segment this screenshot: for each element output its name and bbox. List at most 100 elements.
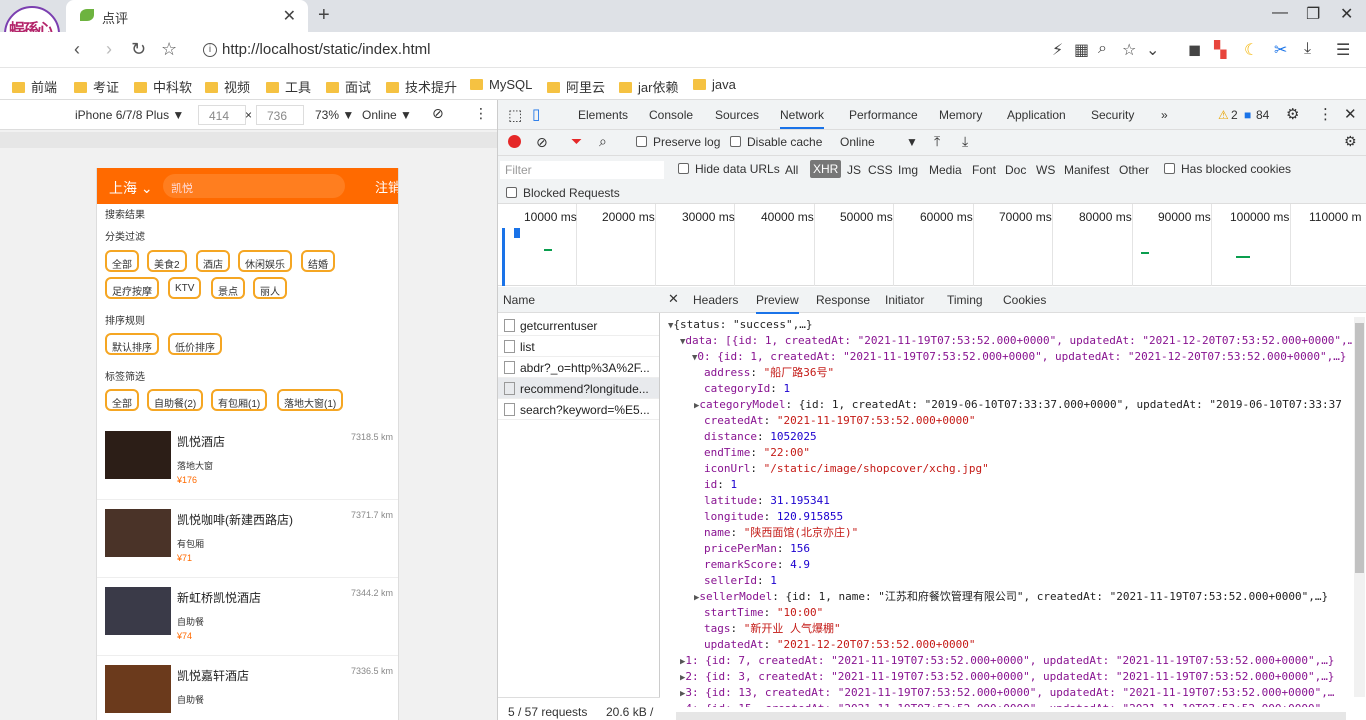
type-filter-other[interactable]: Other	[1119, 163, 1149, 177]
bookmark-folder[interactable]: 视频	[205, 77, 250, 96]
name-column-header[interactable]: Name	[503, 293, 535, 307]
bookmark-folder[interactable]: MySQL	[470, 77, 532, 92]
throttle-select[interactable]: Online ▼	[362, 108, 412, 122]
sort-chip[interactable]: 默认排序	[105, 333, 159, 355]
minimize-icon[interactable]: —	[1272, 4, 1288, 22]
zoom-select[interactable]: 73% ▼	[315, 108, 354, 122]
json-item-line[interactable]: ▶1: {id: 7, createdAt: "2021-11-19T07:53…	[680, 653, 1334, 670]
shop-card[interactable]: 新虹桥凯悦酒店 自助餐 ¥74 7344.2 km	[97, 578, 398, 656]
tab-sources[interactable]: Sources	[715, 108, 759, 122]
bookmark-folder[interactable]: 中科软	[134, 77, 192, 96]
json-data-line[interactable]: ▼data: [{id: 1, createdAt: "2021-11-19T0…	[680, 333, 1352, 350]
tab-initiator[interactable]: Initiator	[885, 293, 924, 307]
category-chip[interactable]: 酒店	[196, 250, 230, 272]
search-icon[interactable]: ⌕	[599, 133, 607, 150]
close-detail-icon[interactable]: ✕	[668, 291, 679, 307]
category-chip[interactable]: 美食2	[147, 250, 187, 272]
tab-preview[interactable]: Preview	[756, 293, 799, 314]
info-icon[interactable]: i	[203, 43, 217, 57]
upload-icon[interactable]: ⤒	[934, 133, 940, 150]
type-filter-xhr[interactable]: XHR	[810, 160, 842, 178]
bookmark-folder[interactable]: 阿里云	[547, 77, 605, 96]
category-chip[interactable]: 足疗按摩	[105, 277, 159, 299]
json-item-line[interactable]: ▶4: {id: 15, createdAt: "2021-11-19T07:5…	[680, 701, 1334, 707]
tag-chip[interactable]: 有包厢(1)	[211, 389, 268, 411]
moon-icon[interactable]: ☾	[1244, 40, 1258, 60]
tab-network[interactable]: Network	[780, 108, 825, 129]
tab-security[interactable]: Security	[1091, 108, 1134, 122]
bookmark-star-icon[interactable]: ☆	[1122, 40, 1136, 60]
category-chip[interactable]: 景点	[211, 277, 245, 299]
shop-card[interactable]: 凯悦酒店 落地大窗 ¥176 7318.5 km	[97, 422, 398, 500]
request-row[interactable]: getcurrentuser	[498, 315, 659, 336]
browser-tab[interactable]: 点评 ✕	[66, 0, 308, 32]
lightning-icon[interactable]: ⚡	[1052, 40, 1063, 60]
clear-icon[interactable]: ⊘	[536, 134, 548, 151]
scissors-icon[interactable]: ✂	[1274, 40, 1287, 60]
more-icon[interactable]: ⋮	[474, 105, 488, 122]
json-field-line[interactable]: ▶categoryModel: {id: 1, createdAt: "2019…	[694, 397, 1342, 414]
vertical-scrollbar[interactable]	[1354, 317, 1365, 697]
device-toggle-icon[interactable]: ▯	[532, 105, 540, 123]
horizontal-scrollbar[interactable]	[676, 712, 1346, 720]
blocked-requests-checkbox[interactable]: Blocked Requests	[506, 186, 620, 200]
category-chip[interactable]: 结婚	[301, 250, 335, 272]
type-filter-js[interactable]: JS	[847, 163, 861, 177]
tag-chip[interactable]: 落地大窗(1)	[277, 389, 344, 411]
disable-cache-checkbox[interactable]: Disable cache	[730, 135, 822, 149]
type-filter-manifest[interactable]: Manifest	[1064, 163, 1109, 177]
reload-icon[interactable]: ↻	[131, 39, 146, 60]
request-row[interactable]: search?keyword=%E5...	[498, 399, 659, 420]
type-filter-media[interactable]: Media	[929, 163, 962, 177]
chevron-down-icon[interactable]: ⌄	[1146, 40, 1159, 60]
category-chip[interactable]: 丽人	[253, 277, 287, 299]
network-settings-icon[interactable]: ⚙	[1344, 133, 1357, 150]
extension-icon[interactable]: ◼	[1188, 40, 1201, 60]
download-icon[interactable]: ⤓	[1304, 40, 1311, 58]
tab-cookies[interactable]: Cookies	[1003, 293, 1046, 307]
filter-input[interactable]: Filter	[500, 161, 664, 179]
json-item-line[interactable]: ▼0: {id: 1, createdAt: "2021-11-19T07:53…	[692, 349, 1346, 366]
star-icon[interactable]: ☆	[161, 39, 177, 60]
scroll-thumb[interactable]	[1355, 323, 1364, 573]
category-chip[interactable]: 休闲娱乐	[238, 250, 292, 272]
request-row[interactable]: abdr?_o=http%3A%2F...	[498, 357, 659, 378]
bookmark-folder[interactable]: java	[693, 77, 736, 92]
throttling-select[interactable]: Online ▼	[840, 135, 918, 149]
tab-memory[interactable]: Memory	[939, 108, 982, 122]
menu-icon[interactable]: ☰	[1336, 40, 1350, 60]
bookmark-folder[interactable]: jar依赖	[619, 77, 678, 96]
search-input[interactable]: 凯悦	[163, 174, 345, 198]
json-preview[interactable]: ▼{status: "success",…} ▼data: [{id: 1, c…	[660, 315, 1352, 707]
type-filter-img[interactable]: Img	[898, 163, 918, 177]
more-tabs-icon[interactable]: »	[1161, 108, 1168, 122]
back-icon[interactable]: ‹	[74, 39, 80, 60]
apps-icon[interactable]: ▚	[1214, 40, 1226, 60]
width-input[interactable]: 414	[198, 105, 246, 125]
settings-gear-icon[interactable]: ⚙	[1286, 105, 1299, 123]
type-filter-font[interactable]: Font	[972, 163, 996, 177]
json-item-line[interactable]: ▶2: {id: 3, createdAt: "2021-11-19T07:53…	[680, 669, 1334, 686]
json-item-line[interactable]: ▶3: {id: 13, createdAt: "2021-11-19T07:5…	[680, 685, 1334, 702]
forward-icon[interactable]: ›	[106, 39, 112, 60]
height-input[interactable]: 736	[256, 105, 304, 125]
request-row[interactable]: list	[498, 336, 659, 357]
type-filter-css[interactable]: CSS	[868, 163, 893, 177]
device-select[interactable]: iPhone 6/7/8 Plus ▼	[75, 108, 184, 122]
bookmark-folder[interactable]: 面试	[326, 77, 371, 96]
category-chip[interactable]: 全部	[105, 250, 139, 272]
restore-icon[interactable]: ❐	[1306, 4, 1320, 24]
tag-chip[interactable]: 全部	[105, 389, 139, 411]
type-filter-doc[interactable]: Doc	[1005, 163, 1026, 177]
network-timeline[interactable]: 10000 ms 20000 ms 30000 ms 40000 ms 5000…	[498, 204, 1366, 286]
zoom-icon[interactable]: ⌕	[1098, 40, 1107, 58]
tab-timing[interactable]: Timing	[947, 293, 983, 307]
city-selector[interactable]: 上海 ⌄	[109, 178, 153, 198]
hide-data-urls-checkbox[interactable]: Hide data URLs	[678, 162, 780, 176]
inspect-icon[interactable]: ⬚	[508, 106, 522, 124]
tab-elements[interactable]: Elements	[578, 108, 628, 122]
warning-count[interactable]: 2	[1231, 108, 1238, 122]
tab-console[interactable]: Console	[649, 108, 693, 122]
tab-performance[interactable]: Performance	[849, 108, 918, 122]
bookmark-folder[interactable]: 前端	[12, 77, 57, 96]
